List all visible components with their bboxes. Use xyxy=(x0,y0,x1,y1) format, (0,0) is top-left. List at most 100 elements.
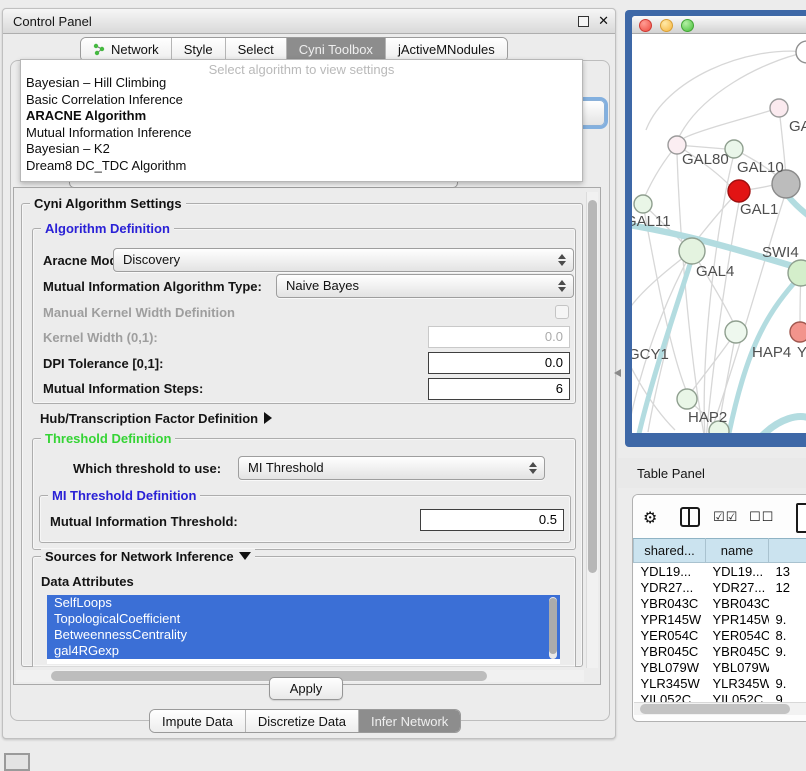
collapsed-panel-icon[interactable] xyxy=(4,753,30,771)
selected-value: MI Threshold xyxy=(248,460,324,475)
group-title: Algorithm Definition xyxy=(41,221,174,236)
network-canvas[interactable]: GALGAL80GAL10GAL1GAL11GAL4SWI4GCY1HAP4YH… xyxy=(632,34,806,433)
network-node[interactable] xyxy=(679,238,705,264)
select-all-columns-icon[interactable]: ☑☑ xyxy=(713,509,738,525)
deselect-all-columns-icon[interactable]: ☐☐ xyxy=(749,509,774,525)
tab-jactivemnodules[interactable]: jActiveMNodules xyxy=(386,38,507,61)
dropdown-option[interactable]: ARACNE Algorithm xyxy=(26,108,146,123)
network-node[interactable] xyxy=(796,41,806,63)
sources-toggle[interactable]: Sources for Network Inference xyxy=(41,549,255,564)
dropdown-option[interactable]: Mutual Information Inference xyxy=(26,125,191,140)
hub-section-label: Hub/Transcription Factor Definition xyxy=(40,411,258,426)
table-cell: YDL19... xyxy=(634,563,706,580)
control-panel-window: Control Panel ✕ Network Style Select Cyn… xyxy=(2,8,616,739)
zoom-traffic-icon[interactable] xyxy=(681,19,694,32)
table-cell: YBR043C xyxy=(634,595,706,611)
dropdown-option[interactable]: Basic Correlation Inference xyxy=(26,92,183,107)
minimize-traffic-icon[interactable] xyxy=(660,19,673,32)
table-cell: 9. xyxy=(769,611,806,627)
dropdown-option[interactable]: Bayesian – Hill Climbing xyxy=(26,75,166,90)
table-row[interactable]: YLR345WYLR345W9. xyxy=(634,675,806,691)
table-cell: YBR045C xyxy=(706,643,769,659)
manual-kernel-checkbox[interactable] xyxy=(555,305,569,319)
table-row[interactable]: YDL19...YDL19...13 xyxy=(634,563,806,580)
table-panel-header: Table Panel xyxy=(617,458,806,488)
tab-network[interactable]: Network xyxy=(81,38,172,61)
table-row[interactable]: YER054CYER054C8. xyxy=(634,627,806,643)
which-threshold-select[interactable]: MI Threshold xyxy=(238,456,545,480)
table-row[interactable]: YBR045CYBR045C9. xyxy=(634,643,806,659)
table-cell: YLR345W xyxy=(634,675,706,691)
table-row[interactable]: YPR145WYPR145W9. xyxy=(634,611,806,627)
node-attribute-table[interactable]: shared...nameA YDL19...YDL19...13YDR27..… xyxy=(633,538,806,707)
tab-select[interactable]: Select xyxy=(226,38,287,61)
table-row[interactable]: YDR27...YDR27...12 xyxy=(634,579,806,595)
node-label: GCY1 xyxy=(632,346,669,363)
close-traffic-icon[interactable] xyxy=(639,19,652,32)
dpi-tolerance-input[interactable]: 0.0 xyxy=(428,352,570,374)
dropdown-option[interactable]: Dream8 DC_TDC Algorithm xyxy=(26,158,186,173)
dropdown-option[interactable]: Bayesian – K2 xyxy=(26,141,110,156)
sources-title: Sources for Network Inference xyxy=(45,549,234,564)
list-scrollbar[interactable] xyxy=(549,597,557,659)
tab-discretize-data[interactable]: Discretize Data xyxy=(246,710,359,732)
network-view-window: GALGAL80GAL10GAL1GAL11GAL4SWI4GCY1HAP4YH… xyxy=(625,10,806,447)
tab-label: Infer Network xyxy=(371,714,448,729)
tab-cyni-toolbox[interactable]: Cyni Toolbox xyxy=(287,38,386,61)
mi-steps-input[interactable]: 6 xyxy=(428,378,570,400)
table-horizontal-scrollbar[interactable] xyxy=(634,702,806,715)
table-cell: YBL079W xyxy=(634,659,706,675)
aracne-mode-select[interactable]: Discovery xyxy=(113,248,574,272)
close-icon[interactable]: ✕ xyxy=(598,13,609,29)
tab-infer-network[interactable]: Infer Network xyxy=(359,710,460,732)
table-cell: YER054C xyxy=(634,627,706,643)
list-item[interactable]: TopologicalCoefficient xyxy=(47,611,560,627)
list-item[interactable]: gal4RGexp xyxy=(47,643,560,659)
selected-value: Naive Bayes xyxy=(286,278,359,293)
float-window-icon[interactable] xyxy=(578,16,589,27)
kernel-width-label: Kernel Width (0,1): xyxy=(43,330,158,345)
tab-label: Cyni Toolbox xyxy=(299,42,373,57)
network-node[interactable] xyxy=(790,322,806,342)
tab-label: Discretize Data xyxy=(258,714,346,729)
document-icon[interactable] xyxy=(796,503,806,533)
settings-vertical-scrollbar[interactable] xyxy=(586,192,598,668)
data-attributes-list[interactable]: SelfLoopsTopologicalCoefficientBetweenne… xyxy=(47,595,560,664)
column-header[interactable]: name xyxy=(706,539,769,563)
columns-icon[interactable] xyxy=(680,507,700,527)
column-header[interactable]: A xyxy=(769,539,806,563)
table-cell: YPR145W xyxy=(706,611,769,627)
node-label: GAL11 xyxy=(632,213,671,230)
hub-section-toggle[interactable]: Hub/Transcription Factor Definition xyxy=(40,411,272,426)
mi-threshold-input[interactable]: 0.5 xyxy=(420,509,564,531)
kernel-width-input[interactable]: 0.0 xyxy=(428,326,570,348)
apply-button[interactable]: Apply xyxy=(269,677,343,700)
node-label: GAL xyxy=(789,118,806,135)
control-panel-titlebar: Control Panel ✕ xyxy=(3,9,615,34)
node-label: SWI4 xyxy=(762,244,799,261)
pane-divider-arrow[interactable] xyxy=(614,369,621,377)
network-node[interactable] xyxy=(677,389,697,409)
gear-icon[interactable]: ⚙ xyxy=(643,508,657,528)
stepper-icon xyxy=(529,461,537,475)
list-item[interactable]: SelfLoops xyxy=(47,595,560,611)
list-item[interactable]: BetweennessCentrality xyxy=(47,627,560,643)
selected-value: Discovery xyxy=(123,252,180,267)
mi-algorithm-type-select[interactable]: Naive Bayes xyxy=(276,274,574,298)
node-label: Y xyxy=(797,344,806,361)
network-node[interactable] xyxy=(728,180,750,202)
table-header-row[interactable]: shared...nameA xyxy=(634,539,806,563)
algorithm-dropdown-list: Select algorithm to view settings Bayesi… xyxy=(20,59,583,182)
network-node[interactable] xyxy=(770,99,788,117)
network-node[interactable] xyxy=(634,195,652,213)
tab-impute-data[interactable]: Impute Data xyxy=(150,710,246,732)
threshold-definition-group: Threshold Definition Which threshold to … xyxy=(32,438,576,550)
table-cell: 8. xyxy=(769,627,806,643)
table-row[interactable]: YBL079WYBL079W xyxy=(634,659,806,675)
tab-label: Impute Data xyxy=(162,714,233,729)
node-label: HAP2 xyxy=(688,409,727,426)
network-node[interactable] xyxy=(725,321,747,343)
tab-style[interactable]: Style xyxy=(172,38,226,61)
table-row[interactable]: YBR043CYBR043C xyxy=(634,595,806,611)
column-header[interactable]: shared... xyxy=(634,539,706,563)
